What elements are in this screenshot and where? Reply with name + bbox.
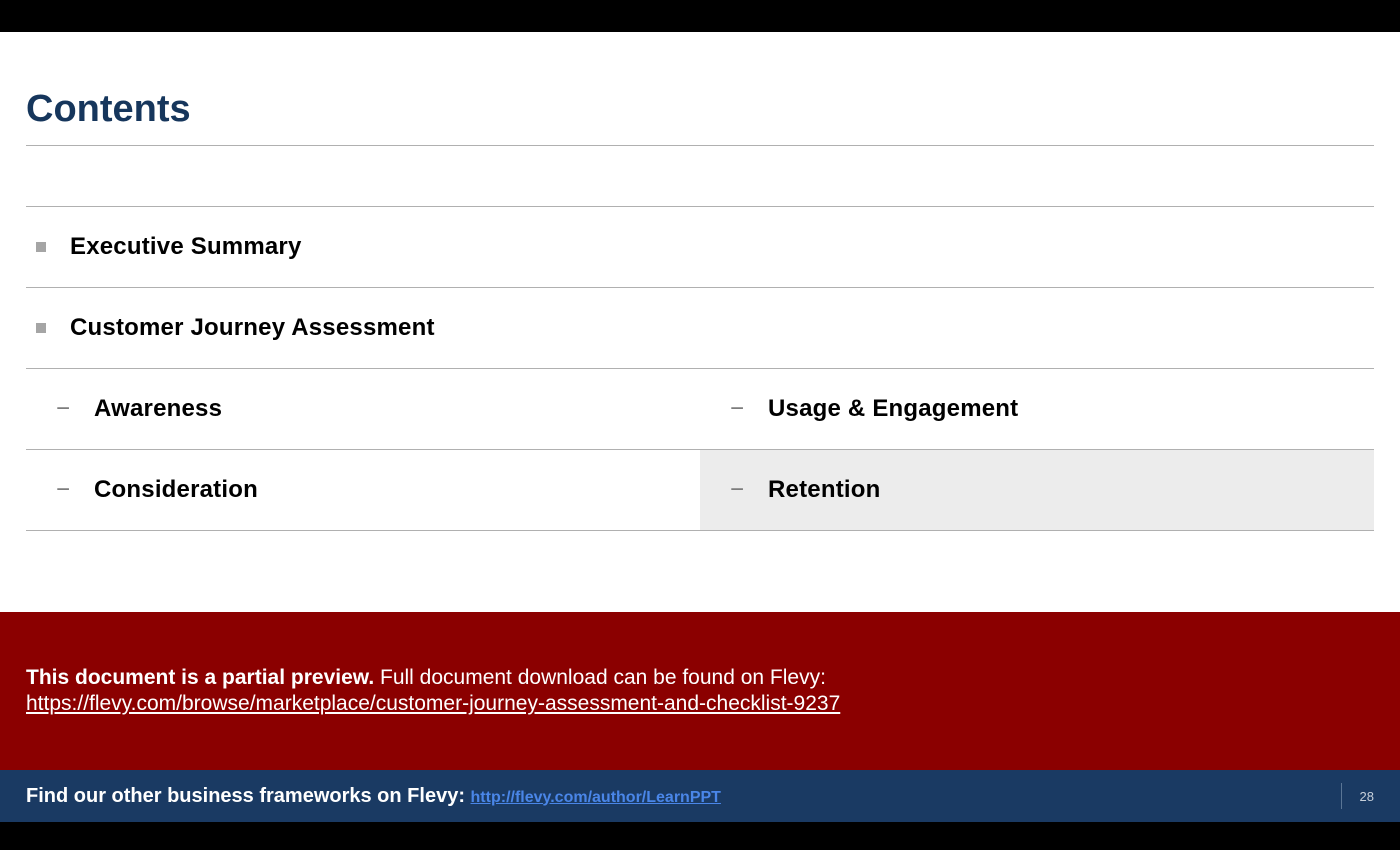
dash-bullet-icon: − (730, 478, 744, 502)
item-label: Usage & Engagement (768, 395, 1018, 423)
banner-link[interactable]: https://flevy.com/browse/marketplace/cus… (26, 692, 840, 716)
preview-banner: This document is a partial preview. Full… (0, 612, 1400, 770)
footer-content: Find our other business frameworks on Fl… (26, 785, 721, 808)
banner-text: This document is a partial preview. Full… (26, 666, 1374, 690)
content-row: Customer Journey Assessment (26, 288, 1374, 368)
contents-list: Executive Summary Customer Journey Asses… (0, 158, 1400, 531)
content-row: − Awareness − Usage & Engagement (26, 369, 1374, 449)
bottom-black-bar (0, 822, 1400, 850)
page-title: Contents (26, 88, 1374, 131)
footer-text: Find our other business frameworks on Fl… (26, 785, 471, 807)
list-item: − Awareness (26, 369, 700, 449)
list-item: − Consideration (26, 450, 700, 530)
list-item: Customer Journey Assessment (26, 288, 1374, 368)
content-row: Executive Summary (26, 207, 1374, 287)
square-bullet-icon (36, 323, 46, 333)
content-row: − Consideration − Retention (26, 450, 1374, 530)
dash-bullet-icon: − (56, 397, 70, 421)
page-number: 28 (1360, 789, 1374, 804)
item-label: Customer Journey Assessment (70, 314, 435, 342)
square-bullet-icon (36, 242, 46, 252)
list-item: Executive Summary (26, 207, 1374, 287)
slide: Contents Executive Summary Customer Jour… (0, 0, 1400, 850)
item-label: Consideration (94, 476, 258, 504)
dash-bullet-icon: − (56, 478, 70, 502)
dash-bullet-icon: − (730, 397, 744, 421)
divider (26, 530, 1374, 531)
title-area: Contents (0, 32, 1400, 158)
page-number-separator (1341, 783, 1342, 809)
title-rule (26, 145, 1374, 146)
page-number-wrap: 28 (1341, 770, 1374, 822)
banner-bold-text: This document is a partial preview. (26, 666, 374, 689)
top-black-bar (0, 0, 1400, 32)
banner-rest-text: Full document download can be found on F… (374, 666, 826, 689)
list-item: − Usage & Engagement (700, 369, 1374, 449)
footer-bar: Find our other business frameworks on Fl… (0, 770, 1400, 822)
footer-link[interactable]: http://flevy.com/author/LearnPPT (471, 789, 721, 806)
item-label: Retention (768, 476, 880, 504)
list-item-active: − Retention (700, 450, 1374, 530)
item-label: Executive Summary (70, 233, 302, 261)
item-label: Awareness (94, 395, 222, 423)
